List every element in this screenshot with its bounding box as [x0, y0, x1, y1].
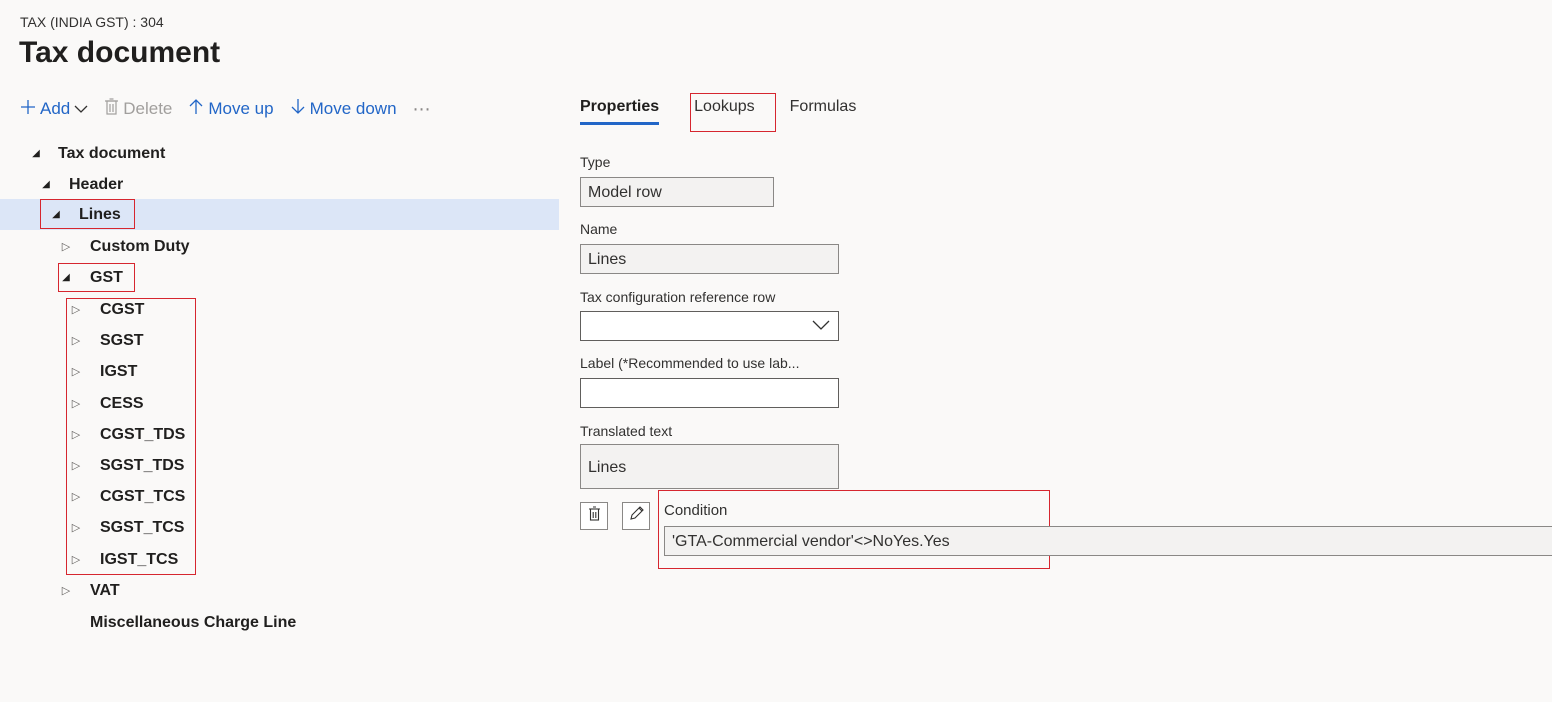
collapsed-triangle-icon[interactable]: ▷: [70, 334, 82, 347]
arrow-down-icon: [290, 98, 306, 120]
chevron-down-icon[interactable]: [812, 318, 830, 336]
plus-icon: [20, 99, 36, 120]
expanded-triangle-icon[interactable]: ◢: [30, 148, 42, 159]
edit-condition-button[interactable]: [622, 502, 650, 530]
tree-node-label: IGST_TCS: [100, 550, 179, 568]
name-label: Name: [580, 221, 618, 237]
tree-node-sgst[interactable]: ▷ SGST: [0, 325, 560, 356]
tree-node-custom-duty[interactable]: ▷ Custom Duty: [0, 231, 560, 262]
tree-node-cgst-tcs[interactable]: ▷ CGST_TCS: [0, 481, 560, 512]
expanded-triangle-icon[interactable]: ◢: [60, 272, 72, 283]
tree-node-label: Custom Duty: [90, 237, 190, 255]
trash-icon: [588, 506, 601, 526]
tree-node-label: CGST: [100, 300, 145, 318]
collapsed-triangle-icon[interactable]: ▷: [70, 459, 82, 472]
type-label: Type: [580, 154, 611, 170]
tree-node-sgst-tds[interactable]: ▷ SGST_TDS: [0, 450, 560, 481]
expanded-triangle-icon[interactable]: ◢: [50, 209, 62, 220]
delete-label: Delete: [123, 99, 173, 118]
chevron-down-icon: [74, 99, 88, 119]
page-title: Tax document: [19, 36, 221, 69]
tree-node-tax-document[interactable]: ◢ Tax document: [0, 138, 560, 169]
tree-node-misc-charge-line[interactable]: Miscellaneous Charge Line: [0, 607, 560, 638]
tree-node-label: Tax document: [58, 144, 166, 162]
tree-node-header[interactable]: ◢ Header: [0, 169, 560, 200]
tab-formulas[interactable]: Formulas: [790, 98, 857, 125]
tab-lookups[interactable]: Lookups: [694, 98, 755, 125]
collapsed-triangle-icon[interactable]: ▷: [70, 521, 82, 534]
tree-node-lines[interactable]: ◢ Lines: [0, 199, 559, 230]
collapsed-triangle-icon[interactable]: ▷: [70, 397, 82, 410]
toolbar: Add Delete Move up Move down ⋯: [20, 96, 433, 122]
tree-node-label: SGST_TCS: [100, 518, 185, 536]
move-up-button[interactable]: Move up: [188, 98, 274, 120]
tree-node-label: Lines: [79, 205, 121, 223]
arrow-up-icon: [188, 98, 204, 120]
label-field[interactable]: [580, 378, 839, 408]
collapsed-triangle-icon[interactable]: ▷: [70, 490, 82, 503]
tab-bar: Properties Lookups Formulas: [580, 98, 891, 125]
tree-node-label: SGST_TDS: [100, 456, 185, 474]
move-down-label: Move down: [309, 99, 397, 118]
tree-node-label: GST: [90, 268, 123, 286]
ref-row-label: Tax configuration reference row: [580, 289, 776, 305]
collapsed-triangle-icon[interactable]: ▷: [60, 584, 72, 597]
tree-node-gst[interactable]: ◢ GST: [0, 262, 560, 293]
condition-field[interactable]: 'GTA-Commercial vendor'<>NoYes.Yes: [664, 526, 1552, 556]
tree-node-igst[interactable]: ▷ IGST: [0, 356, 560, 387]
collapsed-triangle-icon[interactable]: ▷: [70, 428, 82, 441]
tree-node-label: SGST: [100, 331, 144, 349]
add-button[interactable]: Add: [20, 99, 88, 120]
breadcrumb: TAX (INDIA GST) : 304: [20, 14, 164, 30]
ref-row-select[interactable]: [580, 311, 839, 341]
tree-node-cgst[interactable]: ▷ CGST: [0, 294, 560, 325]
tree-node-label: CGST_TCS: [100, 487, 186, 505]
translated-text-label: Translated text: [580, 423, 673, 439]
tree-node-label: CESS: [100, 394, 144, 412]
tab-properties[interactable]: Properties: [580, 98, 660, 125]
pencil-icon: [629, 506, 644, 526]
expanded-triangle-icon[interactable]: ◢: [40, 179, 52, 190]
move-up-label: Move up: [208, 99, 274, 118]
condition-label: Condition: [664, 502, 728, 519]
name-field[interactable]: Lines: [580, 244, 839, 274]
tree-node-cgst-tds[interactable]: ▷ CGST_TDS: [0, 419, 560, 450]
label-field-label: Label (*Recommended to use lab...: [580, 355, 800, 371]
move-down-button[interactable]: Move down: [290, 98, 397, 120]
collapsed-triangle-icon[interactable]: ▷: [60, 240, 72, 253]
tree-node-sgst-tcs[interactable]: ▷ SGST_TCS: [0, 512, 560, 543]
collapsed-triangle-icon[interactable]: ▷: [70, 553, 82, 566]
collapsed-triangle-icon[interactable]: ▷: [70, 365, 82, 378]
collapsed-triangle-icon[interactable]: ▷: [70, 303, 82, 316]
tree-node-label: VAT: [90, 581, 120, 599]
tree-node-label: Miscellaneous Charge Line: [90, 613, 297, 631]
trash-icon: [104, 98, 119, 120]
more-options-icon[interactable]: ⋯: [413, 99, 433, 120]
type-field: Model row: [580, 177, 774, 207]
translated-text-field: Lines: [580, 444, 839, 489]
delete-condition-button[interactable]: [580, 502, 608, 530]
tree-node-label: Header: [69, 175, 124, 193]
tree-node-label: IGST: [100, 362, 138, 380]
tree-node-cess[interactable]: ▷ CESS: [0, 388, 560, 419]
add-label: Add: [40, 99, 71, 118]
tree-node-label: CGST_TDS: [100, 425, 186, 443]
tree-node-igst-tcs[interactable]: ▷ IGST_TCS: [0, 544, 560, 575]
tree-node-vat[interactable]: ▷ VAT: [0, 575, 560, 606]
delete-button[interactable]: Delete: [104, 98, 172, 120]
